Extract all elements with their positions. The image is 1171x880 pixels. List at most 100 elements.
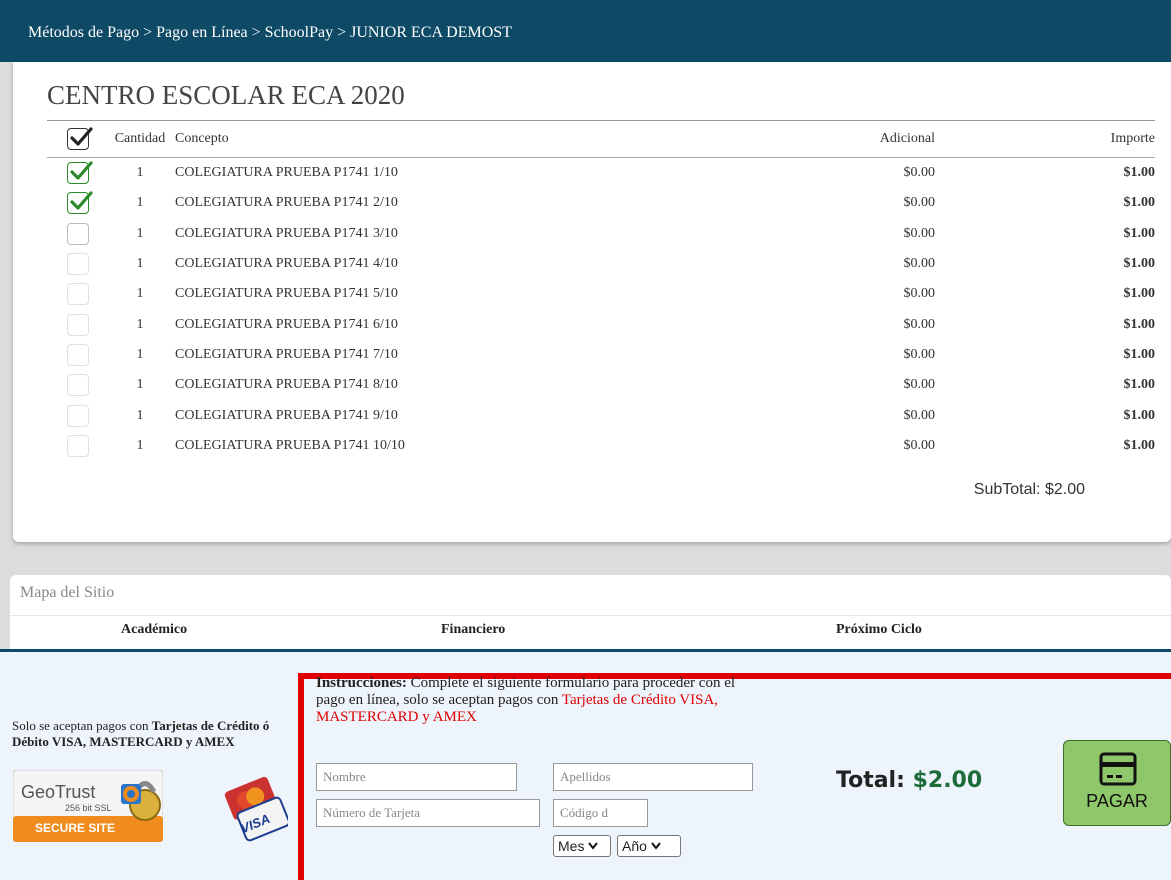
row-checkbox-cell [47, 340, 109, 370]
row-additional: $0.00 [903, 165, 936, 181]
row-checkbox [67, 404, 89, 427]
row-concept: COLEGIATURA PRUEBA P1741 3/10 [175, 225, 398, 241]
month-select-value: Mes [558, 838, 585, 854]
total-label: Total: [836, 768, 905, 793]
row-checkbox[interactable] [67, 191, 93, 215]
row-amount: $1.00 [1123, 286, 1156, 302]
subtotal-label: SubTotal: [973, 481, 1041, 498]
header-amount: Importe [935, 120, 1155, 158]
row-concept: COLEGIATURA PRUEBA P1741 2/10 [175, 195, 398, 211]
row-qty: 1 [136, 225, 144, 241]
row-additional: $0.00 [903, 225, 936, 241]
row-checkbox[interactable] [67, 161, 93, 185]
check-icon [70, 191, 93, 211]
pay-button-label: PAGAR [1086, 791, 1148, 811]
table-row: 1 COLEGIATURA PRUEBA P1741 4/10 $0.00 $1.00 [47, 249, 1155, 279]
row-concept: COLEGIATURA PRUEBA P1741 4/10 [175, 256, 398, 272]
credit-cards-art [224, 776, 291, 842]
pay-button[interactable]: PAGAR [1063, 740, 1171, 826]
total-value: $2.00 [912, 768, 983, 793]
check-icon [70, 127, 93, 146]
row-checkbox [67, 283, 89, 306]
row-checkbox [67, 253, 89, 276]
instructions: Instrucciones: Complete el siguiente for… [316, 675, 736, 726]
row-concept: COLEGIATURA PRUEBA P1741 10/10 [175, 437, 405, 453]
table-row: 1 COLEGIATURA PRUEBA P1741 2/10 $0.00 $1.00 [47, 188, 1155, 218]
sitemap-col-academico[interactable]: Académico [121, 622, 187, 638]
first-name-input[interactable] [316, 763, 517, 791]
row-additional: $0.00 [903, 346, 936, 362]
table-row: 1 COLEGIATURA PRUEBA P1741 9/10 $0.00 $1.00 [47, 400, 1155, 430]
table-row: 1 COLEGIATURA PRUEBA P1741 3/10 $0.00 $1.00 [47, 219, 1155, 249]
row-checkbox-cell [47, 279, 109, 309]
credit-cards-icon: VISA [224, 776, 291, 842]
row-concept: COLEGIATURA PRUEBA P1741 7/10 [175, 346, 398, 362]
credit-card-icon [1099, 752, 1137, 786]
geotrust-ssl: 256 bit SSL [65, 803, 112, 813]
row-qty: 1 [136, 195, 144, 211]
row-checkbox [67, 374, 89, 397]
row-qty: 1 [136, 407, 144, 423]
accepted-cards-note: Solo se aceptan pagos con Tarjetas de Cr… [12, 718, 302, 750]
row-additional: $0.00 [903, 286, 936, 302]
select-all-cell [47, 120, 109, 158]
select-all-checkbox[interactable] [67, 127, 93, 150]
row-checkbox[interactable] [67, 222, 89, 245]
instructions-label: Instrucciones: [316, 675, 407, 691]
row-checkbox-cell [47, 400, 109, 430]
row-additional: $0.00 [903, 195, 936, 211]
row-amount: $1.00 [1123, 437, 1156, 453]
row-concept: COLEGIATURA PRUEBA P1741 9/10 [175, 407, 398, 423]
table-row: 1 COLEGIATURA PRUEBA P1741 8/10 $0.00 $1.00 [47, 370, 1155, 400]
subtotal: SubTotal: $2.00 [974, 481, 1085, 499]
row-checkbox-cell [47, 158, 109, 189]
last-name-input[interactable] [553, 763, 753, 791]
row-concept: COLEGIATURA PRUEBA P1741 5/10 [175, 286, 398, 302]
row-qty: 1 [136, 437, 144, 453]
row-amount: $1.00 [1123, 165, 1156, 181]
row-checkbox-cell [47, 370, 109, 400]
row-additional: $0.00 [903, 377, 936, 393]
divider [10, 615, 1171, 616]
row-checkbox [67, 434, 89, 457]
row-additional: $0.00 [903, 256, 936, 272]
geotrust-badge: GeoTrust 256 bit SSL SECURE SITE [12, 769, 164, 843]
row-checkbox-cell [47, 219, 109, 249]
row-concept: COLEGIATURA PRUEBA P1741 6/10 [175, 316, 398, 332]
row-amount: $1.00 [1123, 195, 1156, 211]
charges-card: CENTRO ESCOLAR ECA 2020 Cantidad Concept… [13, 62, 1171, 542]
header-additional: Adicional [775, 120, 935, 158]
row-additional: $0.00 [903, 316, 936, 332]
row-qty: 1 [136, 256, 144, 272]
row-checkbox [67, 343, 89, 366]
sitemap-col-financiero[interactable]: Financiero [441, 622, 505, 638]
row-amount: $1.00 [1123, 225, 1156, 241]
row-amount: $1.00 [1123, 377, 1156, 393]
table-row: 1 COLEGIATURA PRUEBA P1741 10/10 $0.00 $1.0… [47, 431, 1155, 461]
row-amount: $1.00 [1123, 256, 1156, 272]
row-checkbox-cell [47, 249, 109, 279]
check-icon [70, 161, 93, 180]
row-qty: 1 [136, 346, 144, 362]
page-title: CENTRO ESCOLAR ECA 2020 [47, 80, 405, 110]
row-checkbox-cell [47, 309, 109, 339]
row-qty: 1 [136, 165, 144, 181]
row-additional: $0.00 [903, 407, 936, 423]
row-checkbox-cell [47, 431, 109, 461]
card-number-input[interactable] [316, 799, 540, 827]
header-qty: Cantidad [109, 120, 171, 158]
sitemap-col-proximo-ciclo[interactable]: Próximo Ciclo [836, 622, 922, 638]
subtotal-value: $2.00 [1044, 481, 1085, 498]
charges-table: Cantidad Concepto Adicional Importe 1 COL… [47, 120, 1155, 461]
row-qty: 1 [136, 286, 144, 302]
geotrust-brand: GeoTrust [21, 782, 96, 802]
table-row: 1 COLEGIATURA PRUEBA P1741 7/10 $0.00 $1.00 [47, 340, 1155, 370]
chevron-down-icon [588, 842, 599, 850]
top-bar: Métodos de Pago > Pago en Línea > School… [0, 0, 1171, 62]
header-concept: Concepto [171, 120, 775, 158]
cvv-input[interactable] [553, 799, 648, 827]
year-select-value: Año [622, 838, 647, 854]
year-select[interactable]: Año [617, 835, 681, 857]
month-select[interactable]: Mes [553, 835, 611, 857]
row-amount: $1.00 [1123, 316, 1156, 332]
